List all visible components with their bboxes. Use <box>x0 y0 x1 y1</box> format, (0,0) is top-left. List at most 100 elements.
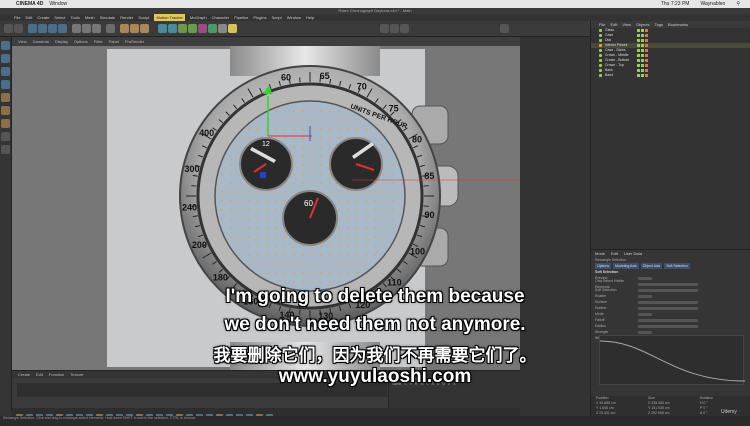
render-picture-viewer-icon[interactable] <box>130 24 139 33</box>
viewport-menu-panel[interactable]: Panel <box>109 37 119 46</box>
vertex-dot <box>329 281 331 283</box>
menu-item-edit[interactable]: Edit <box>25 14 32 21</box>
layout-icon[interactable] <box>500 24 509 33</box>
attribute-menu-user-data[interactable]: User Data <box>624 251 642 256</box>
menu-item-tools[interactable]: Tools <box>71 14 80 21</box>
floor-icon[interactable] <box>208 24 217 33</box>
object-flags[interactable] <box>637 28 648 32</box>
model-mode-icon[interactable] <box>1 54 10 63</box>
make-editable-icon[interactable] <box>1 41 10 50</box>
object-tab-edit[interactable]: Edit <box>610 21 617 28</box>
object-flags[interactable] <box>637 63 648 67</box>
viewport-menu-filter[interactable]: Filter <box>94 37 103 46</box>
undo-icon[interactable] <box>4 24 13 33</box>
menu-item-help[interactable]: Help <box>306 14 314 21</box>
object-tab-file[interactable]: File <box>599 21 605 28</box>
pen-icon[interactable] <box>168 24 177 33</box>
app-name[interactable]: CINEMA 4D <box>16 1 43 7</box>
object-flags[interactable] <box>637 38 648 42</box>
menu-item-simulate[interactable]: Simulate <box>100 14 116 21</box>
move-tool-icon[interactable] <box>38 24 47 33</box>
viewport-menu-prorender[interactable]: ProRender <box>125 37 144 46</box>
edges-icon[interactable] <box>1 106 10 115</box>
object-name: Case - Sticks <box>605 48 626 52</box>
object-tab-view[interactable]: View <box>622 21 631 28</box>
object-flags[interactable] <box>637 33 648 37</box>
coordinate-system-icon[interactable] <box>106 24 115 33</box>
vertex-dot <box>284 119 286 121</box>
rotate-tool-icon[interactable] <box>58 24 67 33</box>
render-settings-icon[interactable] <box>140 24 149 33</box>
viewport-menu-view[interactable]: View <box>18 37 27 46</box>
attribute-tab-soft-selection[interactable]: Soft Selection <box>664 263 690 269</box>
object-flags[interactable] <box>637 68 648 72</box>
vertex-dot <box>347 218 349 220</box>
menu-item-mograph[interactable]: MoGraph <box>190 14 207 21</box>
lock-icon[interactable] <box>1 145 10 154</box>
object-manager-tabs: File Edit View Objects Tags Bookmarks <box>591 21 750 28</box>
redo-icon[interactable] <box>14 24 23 33</box>
points-icon[interactable] <box>1 93 10 102</box>
attribute-value-field[interactable] <box>638 277 652 280</box>
array-icon[interactable] <box>188 24 197 33</box>
menu-item-file[interactable]: File <box>14 14 20 21</box>
cube-icon[interactable] <box>158 24 167 33</box>
menu-item-window[interactable]: Window <box>287 14 301 21</box>
object-flags[interactable] <box>637 53 648 57</box>
object-row[interactable]: Band <box>591 73 750 78</box>
attribute-menu-mode[interactable]: Mode <box>595 251 605 256</box>
texture-mode-icon[interactable] <box>1 67 10 76</box>
render-view-icon[interactable] <box>120 24 129 33</box>
attribute-menu-edit[interactable]: Edit <box>611 251 618 256</box>
object-flags[interactable] <box>637 73 648 77</box>
polygons-mode-icon[interactable] <box>400 24 409 33</box>
vertex-dot <box>293 191 295 193</box>
points-mode-icon[interactable] <box>380 24 389 33</box>
snap-icon[interactable] <box>1 132 10 141</box>
menu-item-mesh[interactable]: Mesh <box>85 14 95 21</box>
polygons-icon[interactable] <box>1 119 10 128</box>
axis-y-icon[interactable] <box>82 24 91 33</box>
user-name[interactable]: Waynableo <box>700 1 725 7</box>
menu-item-plugins[interactable]: Plugins <box>253 14 266 21</box>
menu-item-sculpt[interactable]: Sculpt <box>138 14 149 21</box>
attribute-header: Mode Edit User Data <box>591 250 750 257</box>
vertex-dot <box>275 128 277 130</box>
menu-item-character[interactable]: Character <box>212 14 230 21</box>
vertex-dot <box>311 110 313 112</box>
menu-item-create[interactable]: Create <box>37 14 49 21</box>
attribute-tab-object-axis[interactable]: Object Axis <box>641 263 663 269</box>
menu-item-select[interactable]: Select <box>54 14 65 21</box>
deformer-icon[interactable] <box>198 24 207 33</box>
scale-tool-icon[interactable] <box>48 24 57 33</box>
menu-item-script[interactable]: Script <box>272 14 282 21</box>
window-menu[interactable]: Window <box>49 1 67 7</box>
viewport-menu-display[interactable]: Display <box>55 37 68 46</box>
axis-x-icon[interactable] <box>72 24 81 33</box>
subtitle-line-3: 我要删除它们，因为我们不再需要它们了。 <box>0 341 750 366</box>
object-tab-tags[interactable]: Tags <box>655 21 663 28</box>
menu-item-render[interactable]: Render <box>120 14 133 21</box>
subdivision-icon[interactable] <box>178 24 187 33</box>
axis-z-icon[interactable] <box>92 24 101 33</box>
vertex-dot <box>356 236 358 238</box>
edges-mode-icon[interactable] <box>390 24 399 33</box>
viewport-menu-options[interactable]: Options <box>74 37 88 46</box>
camera-icon[interactable] <box>218 24 227 33</box>
menu-item-motion-tracker[interactable]: Motion Tracker <box>154 14 184 21</box>
workplane-icon[interactable] <box>1 80 10 89</box>
object-flags[interactable] <box>637 48 648 52</box>
vertex-dot <box>302 245 304 247</box>
object-tab-objects[interactable]: Objects <box>636 21 650 28</box>
object-flags[interactable] <box>637 43 648 47</box>
select-tool-icon[interactable] <box>28 24 37 33</box>
vertex-dot <box>311 128 313 130</box>
vertex-dot <box>239 209 241 211</box>
menu-item-pipeline[interactable]: Pipeline <box>234 14 248 21</box>
viewport-menu-cameras[interactable]: Cameras <box>33 37 49 46</box>
light-icon[interactable] <box>228 24 237 33</box>
object-tab-bookmarks[interactable]: Bookmarks <box>668 21 688 28</box>
vertex-dot <box>266 227 268 229</box>
search-icon[interactable]: ⚲ <box>736 1 740 7</box>
object-flags[interactable] <box>637 58 648 62</box>
